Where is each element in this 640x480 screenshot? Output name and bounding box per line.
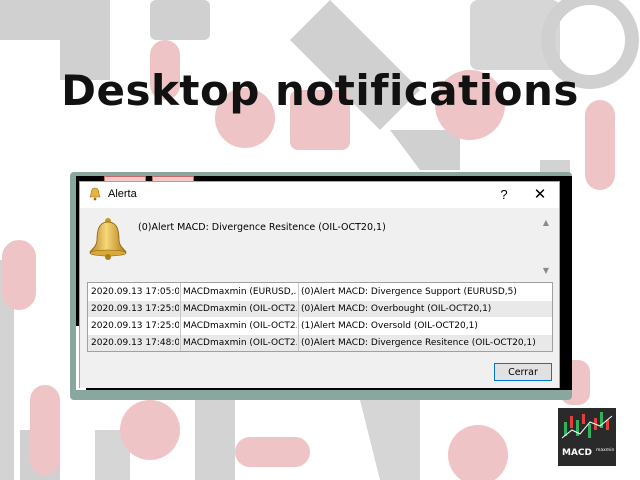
help-button[interactable]: ?	[492, 185, 516, 205]
alert-time: 2020.09.13 17:05:00	[91, 287, 179, 297]
alert-message: (0)Alert MACD: Divergence Resitence (OIL…	[138, 222, 386, 233]
alert-time: 2020.09.13 17:25:03	[91, 304, 179, 314]
cerrar-button[interactable]: Cerrar	[494, 363, 552, 381]
table-row[interactable]: 2020.09.13 17:25:03 MACDmaxmin (OIL-OCT2…	[88, 301, 552, 317]
alert-source: MACDmaxmin (OIL-OCT2...	[183, 338, 297, 348]
alert-time: 2020.09.13 17:25:03	[91, 321, 179, 331]
table-row[interactable]: 2020.09.13 17:48:02 MACDmaxmin (OIL-OCT2…	[88, 335, 552, 351]
table-row[interactable]: 2020.09.13 17:05:00 MACDmaxmin (EURUSD,.…	[88, 284, 552, 300]
alerts-list: 2020.09.13 17:05:00 MACDmaxmin (EURUSD,.…	[87, 282, 553, 352]
alert-text: (0)Alert MACD: Divergence Resitence (OIL…	[301, 338, 536, 348]
dialog-body: (0)Alert MACD: Divergence Resitence (OIL…	[80, 208, 559, 388]
logo-text: MACD	[562, 448, 592, 458]
column-separator	[298, 283, 299, 351]
bell-icon	[89, 218, 127, 260]
dialog-titlebar[interactable]: Alerta ? ✕	[80, 182, 559, 208]
dialog-title: Alerta	[108, 188, 137, 200]
message-scrollbar[interactable]: ▲ ▼	[540, 218, 552, 278]
close-button[interactable]: ✕	[526, 185, 554, 205]
alert-source: MACDmaxmin (OIL-OCT2...	[183, 321, 297, 331]
alert-text: (0)Alert MACD: Divergence Support (EURUS…	[301, 287, 517, 297]
scroll-down-icon[interactable]: ▼	[540, 266, 552, 276]
alert-source: MACDmaxmin (OIL-OCT2...	[183, 304, 297, 314]
logo-subtext: maxmin	[596, 448, 615, 453]
page-title: Desktop notifications	[61, 66, 579, 115]
column-separator	[180, 283, 181, 351]
scroll-up-icon[interactable]: ▲	[540, 218, 552, 228]
alert-text: (0)Alert MACD: Overbought (OIL-OCT20,1)	[301, 304, 492, 314]
bell-icon	[89, 187, 101, 201]
alert-time: 2020.09.13 17:48:02	[91, 338, 179, 348]
alert-source: MACDmaxmin (EURUSD,...	[183, 287, 297, 297]
chart-logo-icon	[561, 412, 613, 439]
alert-text: (1)Alert MACD: Oversold (OIL-OCT20,1)	[301, 321, 478, 331]
macd-logo: MACD maxmin	[558, 408, 616, 466]
table-row[interactable]: 2020.09.13 17:25:03 MACDmaxmin (OIL-OCT2…	[88, 318, 552, 334]
alert-dialog: Alerta ? ✕ (0)Alert MACD: Divergence Res…	[79, 181, 560, 388]
